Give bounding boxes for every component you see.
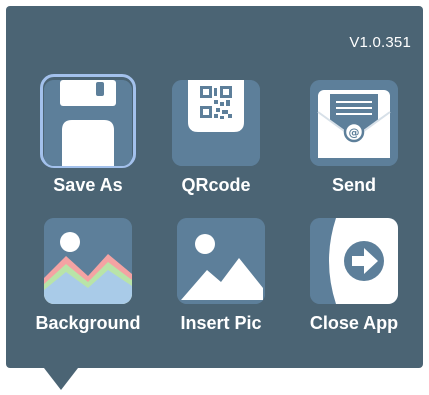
qr-code-icon	[172, 80, 260, 166]
version-label: V1.0.351	[349, 34, 411, 51]
background-label: Background	[35, 313, 141, 333]
send-button[interactable]: @ Send	[294, 80, 414, 210]
insert-pic-button[interactable]: Insert Pic	[161, 218, 281, 348]
app-menu-popup: V1.0.351 Save As QRcode @ Send Backgroun…	[6, 6, 423, 368]
save-as-label: Save As	[53, 175, 123, 195]
send-label: Send	[331, 175, 376, 195]
close-app-button[interactable]: Close App	[294, 218, 414, 348]
background-button[interactable]: Background	[28, 218, 148, 348]
insert-pic-label: Insert Pic	[180, 313, 262, 333]
envelope-icon: @	[310, 80, 398, 166]
close-app-label: Close App	[309, 313, 399, 333]
qrcode-button[interactable]: QRcode	[156, 80, 276, 210]
save-as-button[interactable]: Save As	[28, 74, 148, 210]
floppy-disk-icon	[44, 80, 132, 166]
qrcode-label: QRcode	[181, 175, 251, 195]
picture-icon	[177, 218, 265, 304]
popup-pointer	[44, 368, 78, 390]
landscape-chart-icon	[44, 218, 132, 304]
svg-text:@: @	[349, 126, 360, 139]
exit-arrow-icon	[310, 218, 398, 304]
